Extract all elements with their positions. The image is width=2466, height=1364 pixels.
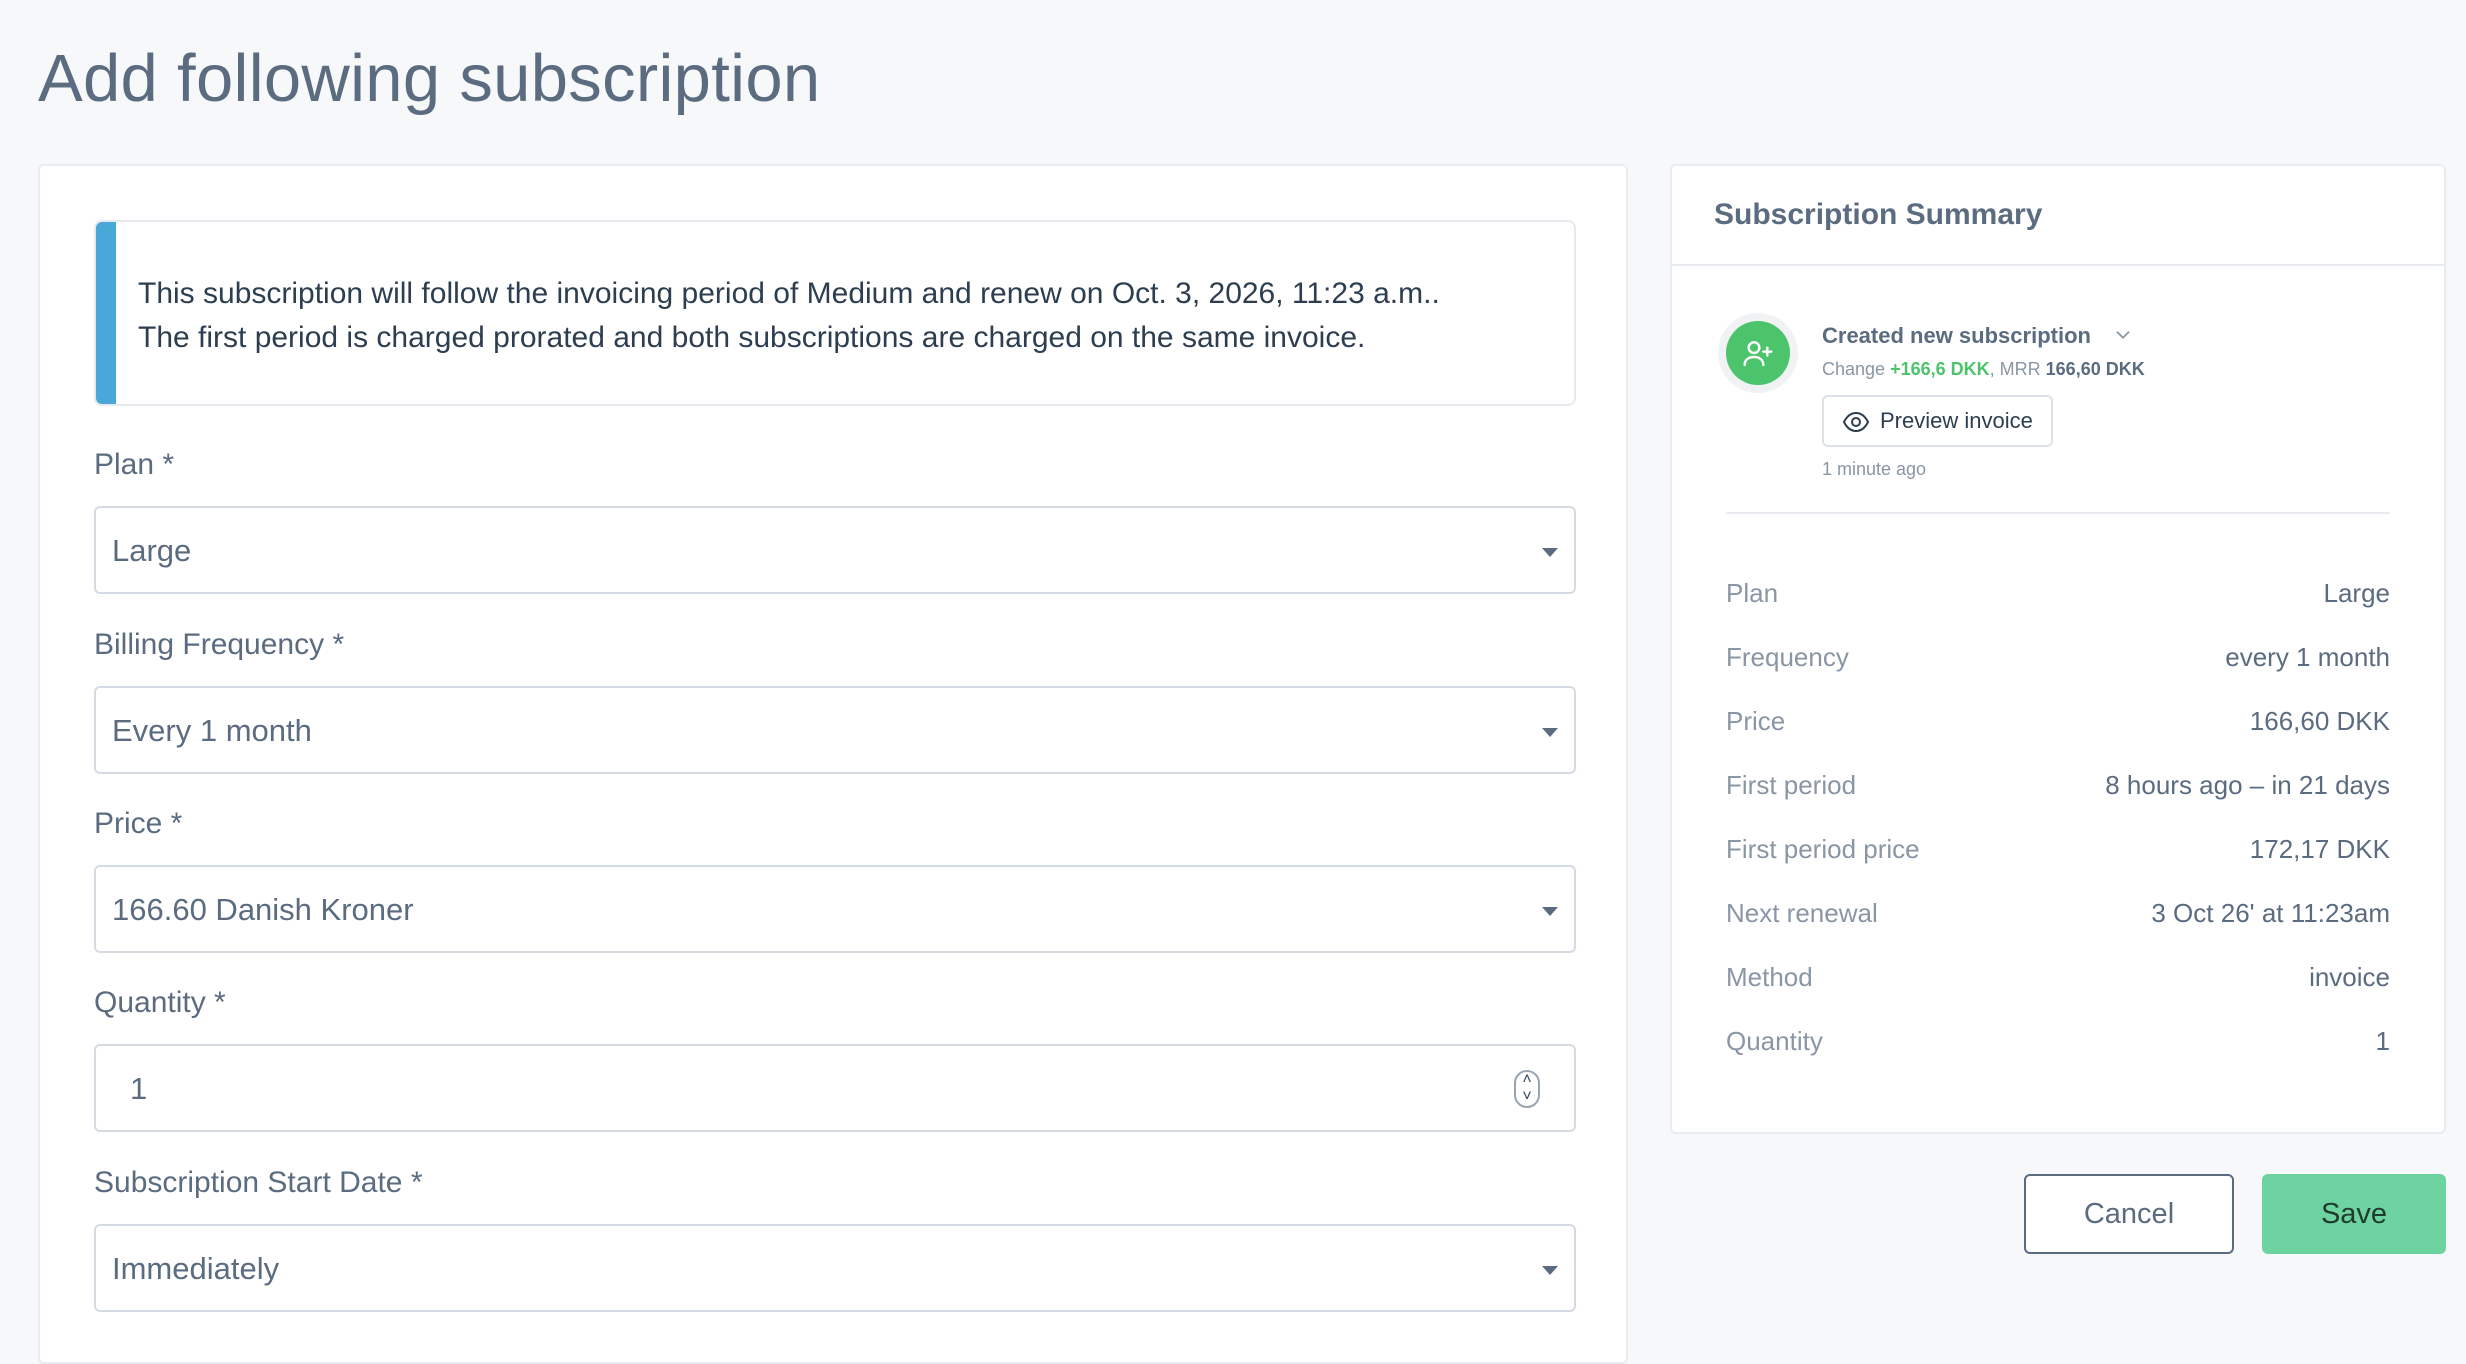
event-time: 1 minute ago (1822, 459, 1927, 479)
plan-select-value: Large (112, 533, 192, 568)
stepper-down-icon[interactable]: ˅ (1516, 1089, 1538, 1106)
divider (1672, 264, 2444, 266)
info-line-1: This subscription will follow the invoic… (138, 277, 1440, 310)
info-accent-bar (96, 222, 116, 404)
eye-icon (1842, 411, 1870, 433)
change-value: +166,6 DKK (1890, 359, 1990, 379)
summary-value: 172,17 DKK (2249, 834, 2390, 864)
summary-label: First period (1726, 770, 1857, 800)
event-title: Created new subscription (1822, 323, 2091, 348)
divider (1726, 512, 2390, 514)
summary-value: every 1 month (2225, 642, 2390, 672)
info-line-2: The first period is charged prorated and… (138, 321, 1366, 354)
summary-row-method: Method invoice (1726, 962, 2390, 1002)
quantity-input[interactable]: 1 ˄ ˅ (94, 1044, 1576, 1132)
billing-frequency-select[interactable]: Every 1 month (94, 686, 1576, 774)
start-date-select[interactable]: Immediately (94, 1224, 1576, 1312)
preview-invoice-label: Preview invoice (1880, 408, 2033, 433)
preview-invoice-button[interactable]: Preview invoice (1822, 395, 2053, 447)
summary-label: Frequency (1726, 642, 1849, 672)
summary-value: invoice (2309, 962, 2390, 992)
summary-row-next-renewal: Next renewal 3 Oct 26' at 11:23am (1726, 898, 2390, 938)
change-label: Change (1822, 359, 1886, 379)
start-date-label: Subscription Start Date * (94, 1166, 423, 1199)
summary-label: First period price (1726, 834, 1920, 864)
caret-down-icon (1542, 548, 1558, 557)
summary-row-plan: Plan Large (1726, 578, 2390, 618)
quantity-value: 1 (130, 1071, 148, 1106)
summary-title: Subscription Summary (1714, 198, 2043, 231)
summary-value: 8 hours ago – in 21 days (2105, 770, 2390, 800)
page-title: Add following subscription (38, 41, 821, 116)
caret-down-icon (1542, 1266, 1558, 1275)
cancel-button[interactable]: Cancel (2024, 1174, 2234, 1254)
caret-down-icon (1542, 728, 1558, 737)
save-button[interactable]: Save (2262, 1174, 2446, 1254)
summary-row-quantity: Quantity 1 (1726, 1026, 2390, 1066)
summary-value: 3 Oct 26' at 11:23am (2151, 898, 2390, 928)
summary-row-first-period-price: First period price 172,17 DKK (1726, 834, 2390, 874)
quantity-label: Quantity * (94, 986, 226, 1019)
caret-down-icon (1542, 907, 1558, 916)
price-label: Price * (94, 807, 183, 840)
mrr-value: 166,60 DKK (2045, 359, 2145, 379)
summary-label: Plan (1726, 578, 1779, 608)
summary-value: 166,60 DKK (2249, 706, 2390, 736)
stepper-icon[interactable]: ˄ ˅ (1514, 1070, 1540, 1108)
summary-value: Large (2323, 578, 2391, 608)
start-date-value: Immediately (112, 1251, 280, 1286)
event-change: Change +166,6 DKK, MRR 166,60 DKK (1822, 359, 2145, 380)
billing-frequency-value: Every 1 month (112, 713, 312, 748)
summary-label: Quantity (1726, 1026, 1823, 1056)
subscription-summary: Subscription Summary Created new subscri… (1670, 164, 2446, 1134)
summary-row-price: Price 166,60 DKK (1726, 706, 2390, 746)
billing-frequency-label: Billing Frequency * (94, 628, 345, 661)
summary-value: 1 (2375, 1026, 2390, 1056)
plan-label: Plan * (94, 448, 175, 481)
plan-select[interactable]: Large (94, 506, 1576, 594)
summary-row-first-period: First period 8 hours ago – in 21 days (1726, 770, 2390, 810)
stepper-up-icon[interactable]: ˄ (1516, 1072, 1538, 1089)
summary-row-frequency: Frequency every 1 month (1726, 642, 2390, 682)
price-select-value: 166.60 Danish Kroner (112, 892, 414, 927)
summary-label: Next renewal (1726, 898, 1878, 928)
summary-label: Price (1726, 706, 1786, 736)
info-text: This subscription will follow the invoic… (138, 272, 1440, 360)
mrr-label: , MRR (1989, 359, 2041, 379)
chevron-down-icon[interactable] (2112, 324, 2134, 351)
price-select[interactable]: 166.60 Danish Kroner (94, 865, 1576, 953)
user-plus-icon (1726, 321, 1790, 385)
subscription-form: This subscription will follow the invoic… (38, 164, 1628, 1364)
summary-label: Method (1726, 962, 1813, 992)
info-notice: This subscription will follow the invoic… (94, 220, 1576, 406)
